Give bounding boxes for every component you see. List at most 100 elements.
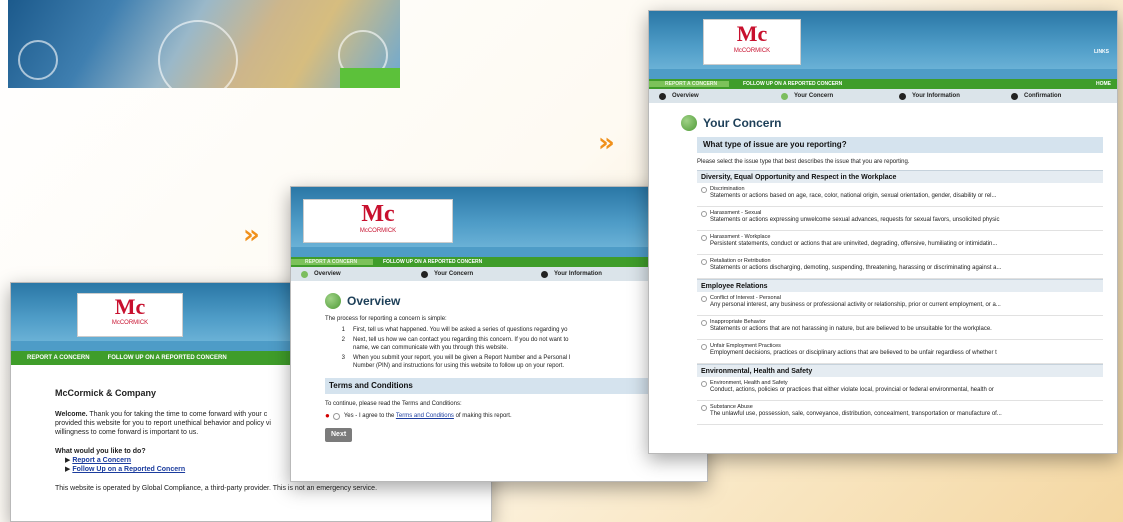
section-globe-icon (325, 293, 341, 309)
mccormick-logo[interactable]: Mc McCORMICK (303, 199, 453, 243)
process-step-line: First, tell us what happened. You will b… (353, 327, 568, 333)
nav-report-concern[interactable]: REPORT A CONCERN (291, 259, 373, 265)
report-concern-link[interactable]: Report a Concern (72, 457, 131, 464)
nav-report-concern[interactable]: REPORT A CONCERN (11, 355, 96, 361)
swirl-decoration (158, 20, 238, 88)
issue-type-radio[interactable] (701, 211, 707, 217)
process-step-number: 3 (341, 355, 345, 361)
issue-type-description: Statements or actions discharging, demot… (710, 265, 1002, 271)
issue-type-radio[interactable] (701, 259, 707, 265)
overview-page-window: Mc McCORMICK REPORT A CONCERN FOLLOW UP … (290, 186, 708, 482)
required-icon: ● (325, 411, 330, 420)
process-step-text: First, tell us what happened. You will b… (353, 326, 567, 334)
issue-type-title: Unfair Employment Practices (710, 343, 781, 349)
hero-banner-image (8, 0, 400, 88)
process-step-text: Next, tell us how we can contact you reg… (353, 336, 568, 352)
issue-type-radio[interactable] (701, 320, 707, 326)
next-button[interactable]: Next (325, 428, 353, 442)
issue-type-description: Statements or actions that are not haras… (710, 326, 992, 332)
welcome-heading: Welcome. (55, 411, 88, 418)
swirl-decoration (18, 40, 58, 80)
process-step-number: 2 (341, 337, 345, 343)
main-nav: REPORT A CONCERN FOLLOW UP ON A REPORTED… (649, 79, 1117, 89)
issue-type-option[interactable]: Discrimination Statements or actions base… (697, 183, 1103, 207)
process-step-line: name, we can communicate with you throug… (353, 345, 509, 351)
next-step-arrows-icon: » (598, 128, 615, 158)
issue-category-heading: Diversity, Equal Opportunity and Respect… (697, 170, 1103, 183)
follow-up-link[interactable]: Follow Up on a Reported Concern (72, 466, 185, 473)
step-dot-icon (421, 270, 428, 278)
step-your-concern: Your Concern (781, 92, 899, 100)
issue-type-radio[interactable] (701, 296, 707, 302)
logo-text: McCORMICK (733, 48, 771, 54)
step-overview: Overview (659, 92, 781, 100)
issue-type-option[interactable]: Environment, Health and Safety Conduct, a… (697, 377, 1103, 401)
nav-follow-up[interactable]: FOLLOW UP ON A REPORTED CONCERN (729, 81, 848, 87)
issue-type-title: Environment, Health and Safety (710, 380, 788, 386)
banner-green-strip (340, 68, 400, 88)
issue-type-radio[interactable] (701, 344, 707, 350)
issue-type-option[interactable]: Substance Abuse The unlawful use, possess… (697, 401, 1103, 425)
step-current-dot-icon (301, 270, 308, 278)
your-concern-page-window: Mc McCORMICK LINKS REPORT A CONCERN FOLL… (648, 10, 1118, 454)
next-step-arrows-icon: » (243, 220, 260, 250)
issue-type-radio[interactable] (701, 405, 707, 411)
issue-type-title: Conflict of Interest - Personal (710, 295, 781, 301)
process-step-line: When you submit your report, you will be… (353, 355, 571, 361)
issue-type-radio[interactable] (701, 381, 707, 387)
agree-terms-checkbox[interactable] (332, 412, 340, 420)
issue-type-title: Discrimination (710, 186, 745, 192)
logo-mark: Mc (114, 294, 146, 319)
issue-type-description: Conduct, actions, policies or practices … (710, 387, 994, 393)
issue-type-title: Substance Abuse (710, 404, 753, 410)
site-header: Mc McCORMICK (291, 187, 707, 247)
issue-type-description: Any personal interest, any business or p… (710, 302, 1001, 308)
issue-question: What type of issue are you reporting? (697, 137, 1103, 153)
links-menu[interactable]: LINKS (1094, 49, 1109, 55)
site-header: Mc McCORMICK LINKS (649, 11, 1117, 69)
terms-link[interactable]: Terms and Conditions (396, 413, 454, 419)
step-dot-icon (1011, 92, 1018, 100)
mccormick-logo[interactable]: Mc McCORMICK (77, 293, 183, 337)
nav-report-concern[interactable]: REPORT A CONCERN (649, 81, 729, 87)
logo-mark: Mc (736, 21, 768, 46)
step-dot-icon (541, 270, 548, 278)
logo-mark: Mc (361, 201, 395, 227)
logo-text: McCORMICK (111, 320, 149, 326)
step-your-information: Your Information (899, 92, 1011, 100)
issue-type-description: Statements or actions based on age, race… (710, 193, 997, 199)
footer-note: This website is operated by Global Compl… (55, 485, 378, 492)
issue-type-description: Persistent statements, conduct or action… (710, 241, 998, 247)
nav-home[interactable]: HOME (1096, 81, 1117, 87)
nav-follow-up[interactable]: FOLLOW UP ON A REPORTED CONCERN (96, 355, 233, 361)
issue-category-heading: Environmental, Health and Safety (697, 364, 1103, 377)
issue-type-option[interactable]: Conflict of Interest - Personal Any perso… (697, 292, 1103, 316)
section-globe-icon (681, 115, 697, 131)
issue-type-option[interactable]: Inappropriate Behavior Statements or acti… (697, 316, 1103, 340)
mccormick-logo[interactable]: Mc McCORMICK (703, 19, 801, 65)
process-step-line: Next, tell us how we can contact you reg… (353, 337, 569, 343)
agree-terms-label: Yes - I agree to the Terms and Condition… (343, 413, 512, 419)
page-title: Your Concern (681, 115, 1093, 131)
issue-type-title: Inappropriate Behavior (710, 319, 766, 325)
progress-steps: Overview Your Concern Your Information (291, 267, 707, 281)
issue-type-description: Employment decisions, practices or disci… (710, 350, 997, 356)
step-your-concern: Your Concern (421, 270, 541, 278)
step-current-dot-icon (781, 92, 788, 100)
issue-type-option[interactable]: Harassment - Workplace Persistent stateme… (697, 231, 1103, 255)
issue-type-option[interactable]: Harassment - Sexual Statements or actions… (697, 207, 1103, 231)
issue-category-heading: Employee Relations (697, 279, 1103, 292)
nav-follow-up[interactable]: FOLLOW UP ON A REPORTED CONCERN (373, 259, 488, 265)
issue-type-description: The unlawful use, possession, sale, conv… (710, 411, 1002, 417)
issue-type-radio[interactable] (701, 187, 707, 193)
issue-type-title: Harassment - Sexual (710, 210, 762, 216)
process-step-text: When you submit your report, you will be… (353, 354, 570, 370)
progress-steps: Overview Your Concern Your Information C… (649, 89, 1117, 103)
issue-type-option[interactable]: Unfair Employment Practices Employment de… (697, 340, 1103, 364)
step-dot-icon (899, 92, 906, 100)
issue-type-radio[interactable] (701, 235, 707, 241)
welcome-text: Thank you for taking the time to come fo… (89, 411, 268, 418)
issue-type-title: Retaliation or Retribution (710, 258, 771, 264)
issue-type-option[interactable]: Retaliation or Retribution Statements or … (697, 255, 1103, 279)
step-overview: Overview (301, 270, 421, 278)
